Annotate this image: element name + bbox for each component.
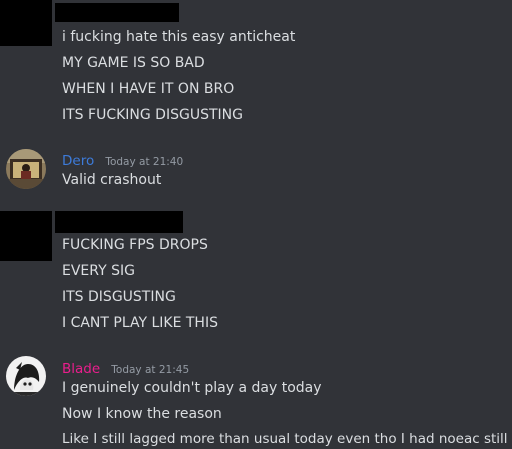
avatar-image	[6, 356, 46, 396]
message-header: Dero Today at 21:40	[62, 150, 183, 169]
avatar-image	[6, 149, 46, 189]
message-line: WHEN I HAVE IT ON BRO	[62, 81, 235, 97]
timestamp[interactable]: Today at 21:45	[111, 364, 189, 376]
message-line: I CANT PLAY LIKE THIS	[62, 315, 218, 331]
avatar-blade[interactable]	[6, 356, 46, 396]
username[interactable]: Blade	[62, 361, 100, 377]
message-line: ITS FUCKING DISGUSTING	[62, 107, 243, 123]
redacted-username	[55, 211, 183, 233]
message-line: MY GAME IS SO BAD	[62, 55, 205, 71]
username[interactable]: Dero	[62, 153, 94, 169]
message-line: i fucking hate this easy anticheat	[62, 29, 296, 45]
avatar-dero[interactable]	[6, 149, 46, 189]
redacted-username	[55, 3, 179, 22]
message-header: Blade Today at 21:45	[62, 358, 189, 377]
message-line: Valid crashout	[62, 172, 162, 188]
timestamp[interactable]: Today at 21:40	[105, 156, 183, 168]
message-line: Like I still lagged more than usual toda…	[62, 431, 508, 447]
redacted-avatar	[0, 211, 52, 261]
message-line: Now I know the reason	[62, 406, 222, 422]
redacted-avatar	[0, 0, 52, 46]
message-line: ITS DISGUSTING	[62, 289, 176, 305]
message-line: FUCKING FPS DROPS	[62, 237, 208, 253]
message-line: EVERY SIG	[62, 263, 135, 279]
message-line: I genuinely couldn't play a day today	[62, 380, 322, 396]
